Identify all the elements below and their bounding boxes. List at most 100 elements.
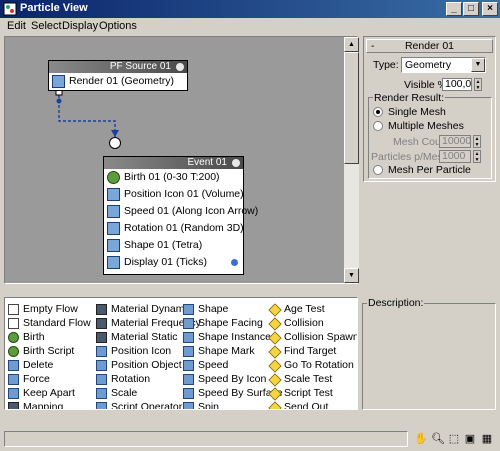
depot-item[interactable]: Birth	[8, 330, 45, 344]
depot-item[interactable]: Shape	[183, 302, 228, 316]
minimize-button[interactable]: _	[446, 2, 462, 16]
depot-item[interactable]: Age Test	[268, 302, 325, 317]
operator-position-icon[interactable]: Position Icon 01 (Volume)	[104, 186, 244, 203]
depot-item-label: Shape Mark	[198, 345, 255, 357]
event-node[interactable]: Event 01 Birth 01 (0-30 T:200) Position …	[103, 156, 258, 275]
depot-item[interactable]: Position Object	[96, 358, 182, 372]
depot-item-label: Find Target	[284, 345, 337, 357]
status-bar	[4, 431, 408, 447]
depot-item-label: Material Dynamic	[111, 303, 193, 315]
pf-source-header[interactable]: PF Source 01	[49, 61, 187, 73]
depot-item[interactable]: Rotation	[96, 372, 150, 386]
single-mesh-radio[interactable]	[373, 107, 383, 117]
depot-item[interactable]: Scale Test	[268, 372, 332, 387]
depot-item-label: Mapping	[23, 401, 64, 410]
material-frequency-icon	[96, 318, 107, 329]
operator-rotation[interactable]: Rotation 01 (Random 3D)	[104, 220, 244, 237]
depot-item[interactable]: Birth Script	[8, 344, 74, 358]
go-to-rotation-icon	[268, 359, 282, 373]
pan-icon[interactable]: ✋	[414, 432, 428, 446]
operator-label: Display 01 (Ticks)	[124, 256, 208, 268]
depot-item[interactable]: Speed By Icon	[183, 372, 266, 386]
operator-label: Rotation 01 (Random 3D)	[124, 222, 244, 234]
zoom-icon[interactable]: 🔍︎	[431, 432, 445, 446]
zoom-region-icon[interactable]: ⬚	[447, 432, 461, 446]
event-header[interactable]: Event 01	[104, 157, 243, 169]
depot-item-label: Delete	[23, 359, 54, 371]
visible-percent-field[interactable]: 100,0	[442, 78, 472, 91]
type-value: Geometry	[405, 59, 452, 71]
scale-icon	[96, 388, 107, 399]
menu-display[interactable]: Display	[62, 20, 98, 32]
depot-item-label: Empty Flow	[23, 303, 78, 315]
depot-item[interactable]: Material Dynamic	[96, 302, 192, 316]
particles-per-mesh-spinner-arrows[interactable]: ▲ ▼	[473, 150, 481, 163]
depot-item[interactable]: Scale	[96, 386, 137, 400]
type-label: Type:	[373, 59, 399, 71]
depot-item[interactable]: Send Out	[268, 400, 328, 409]
age-test-icon	[268, 303, 282, 317]
depot-item[interactable]: Speed	[183, 358, 228, 372]
type-dropdown[interactable]: Geometry ▼	[401, 57, 486, 73]
scroll-thumb[interactable]	[344, 52, 359, 164]
particles-per-mesh-field[interactable]: 1000	[439, 150, 471, 163]
operator-birth[interactable]: Birth 01 (0-30 T:200)	[104, 169, 243, 186]
graph-vertical-scrollbar[interactable]: ▲ ▼	[344, 37, 359, 283]
menu-options[interactable]: Options	[99, 20, 137, 32]
operator-label: Birth 01 (0-30 T:200)	[124, 171, 220, 183]
depot-item-label: Position Object	[111, 359, 182, 371]
depot-item[interactable]: Mapping	[8, 400, 64, 410]
mesh-per-particle-label: Mesh Per Particle	[388, 164, 471, 176]
depot-item[interactable]: Keep Apart	[8, 386, 75, 400]
menu-edit[interactable]: Edit	[7, 20, 26, 32]
position-icon-icon	[96, 346, 107, 357]
depot-item[interactable]: Collision Spawn	[268, 330, 357, 345]
depot-item-label: Position Icon	[111, 345, 172, 357]
depot-item[interactable]: Position Icon	[96, 344, 171, 358]
depot-item-label: Shape	[198, 303, 229, 315]
depot-item[interactable]: Empty Flow	[8, 302, 78, 316]
depot-item[interactable]: Material Static	[96, 330, 178, 344]
operator-display[interactable]: Display 01 (Ticks)	[104, 254, 243, 271]
visible-spinner-arrows[interactable]: ▲ ▼	[474, 78, 482, 91]
depot-item-label: Age Test	[284, 303, 325, 315]
chevron-down-icon[interactable]: ▼	[471, 58, 485, 72]
menu-select[interactable]: Select	[31, 20, 62, 32]
speed-by-surface-icon	[183, 388, 194, 399]
maximize-button[interactable]: □	[463, 2, 479, 16]
mesh-per-particle-radio[interactable]	[373, 165, 383, 175]
eye-icon[interactable]	[232, 159, 240, 167]
no-zoom-icon[interactable]: ▦	[480, 432, 494, 446]
scroll-up-button[interactable]: ▲	[344, 37, 359, 52]
depot-item[interactable]: Delete	[8, 358, 53, 372]
depot-item[interactable]: Shape Facing	[183, 316, 263, 330]
depot-item-label: Force	[23, 373, 50, 385]
mesh-count-spinner-arrows[interactable]: ▲ ▼	[473, 135, 481, 148]
depot-item[interactable]: Go To Rotation	[268, 358, 354, 373]
particle-graph-view[interactable]: PF Source 01 Render 01 (Geometry) Event …	[4, 36, 358, 284]
eye-icon[interactable]	[176, 63, 184, 71]
rollout-header[interactable]: - Render 01	[366, 39, 493, 53]
operator-shape[interactable]: Shape 01 (Tetra)	[104, 237, 243, 254]
scroll-down-button[interactable]: ▼	[344, 268, 359, 283]
depot-item[interactable]: Shape Instance	[183, 330, 271, 344]
depot-item[interactable]: Script Test	[268, 386, 333, 401]
shape-instance-icon	[183, 332, 194, 343]
shape-icon	[107, 239, 120, 252]
depot-item[interactable]: Collision	[268, 316, 324, 331]
mesh-count-field[interactable]: 10000	[439, 135, 471, 148]
depot-item[interactable]: Shape Mark	[183, 344, 255, 358]
display-color-swatch[interactable]	[231, 259, 238, 266]
multiple-meshes-radio[interactable]	[373, 121, 383, 131]
depot-item[interactable]: Standard Flow	[8, 316, 91, 330]
depot-item[interactable]: Force	[8, 372, 50, 386]
close-button[interactable]: ×	[482, 2, 498, 16]
operator-render[interactable]: Render 01 (Geometry)	[49, 73, 187, 90]
operator-speed[interactable]: Speed 01 (Along Icon Arrow)	[104, 203, 258, 220]
depot-item[interactable]: Find Target	[268, 344, 337, 359]
pf-source-node[interactable]: PF Source 01 Render 01 (Geometry)	[48, 60, 188, 91]
depot-item[interactable]: Script Operator	[96, 400, 182, 409]
description-label: Description:	[367, 297, 425, 309]
depot-item[interactable]: Spin	[183, 400, 219, 409]
zoom-extents-icon[interactable]: ▣	[463, 432, 477, 446]
